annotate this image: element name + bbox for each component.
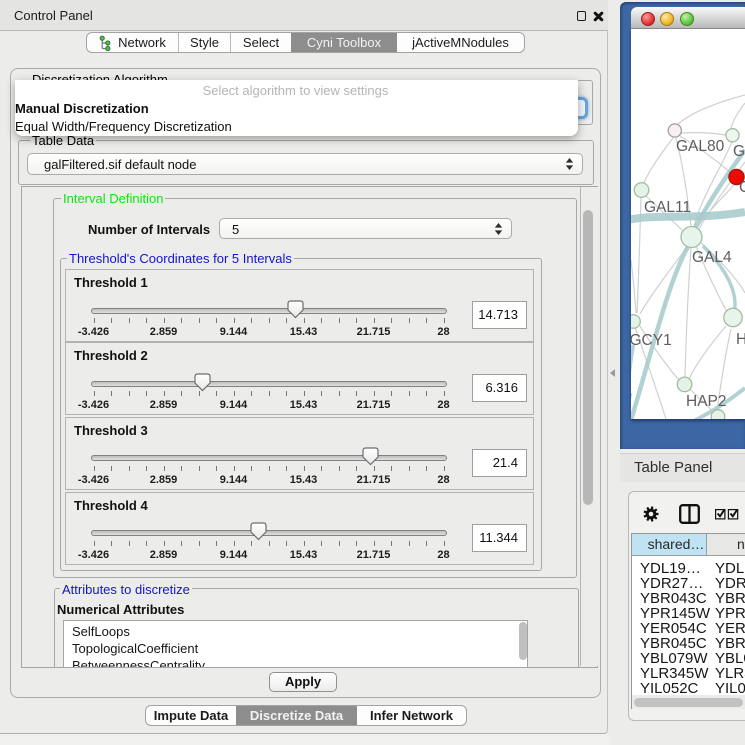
svg-text:HAP2: HAP2	[686, 393, 727, 410]
svg-text:GCY1: GCY1	[631, 332, 672, 349]
svg-text:C: C	[739, 179, 745, 196]
svg-text:G.: G.	[733, 143, 745, 160]
svg-text:H: H	[736, 331, 745, 348]
svg-text:GAL11: GAL11	[644, 199, 691, 216]
svg-text:GAL80: GAL80	[676, 138, 725, 155]
svg-text:GAL4: GAL4	[692, 249, 732, 266]
